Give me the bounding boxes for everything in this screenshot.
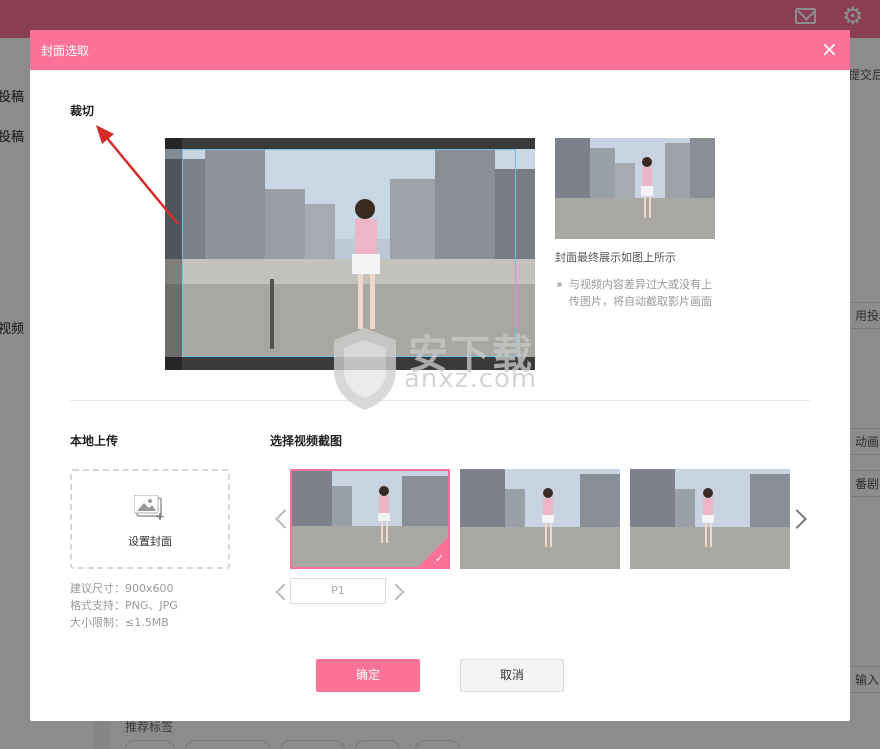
page-number-field[interactable]: P1 [290,578,386,604]
add-image-icon [134,495,164,520]
shield-icon [334,328,396,410]
dialog-title: 封面选取 [41,44,90,58]
screenshot-thumb[interactable] [460,469,620,569]
next-screenshots-arrow[interactable] [787,509,807,529]
screenshot-image [630,469,790,569]
preview-caption: 封面最终展示如图上所示 [555,251,676,264]
upload-cover-button[interactable]: 设置封面 [70,469,230,569]
cancel-button[interactable]: 取消 [460,659,564,692]
local-upload-title: 本地上传 [70,434,119,448]
screenshot-thumb[interactable] [630,469,790,569]
watermark-domain: anxz.com [404,364,538,394]
confirm-button[interactable]: 确定 [316,659,420,692]
watermark: 安下载 anxz.com [330,320,550,415]
next-page-arrow[interactable] [387,583,405,601]
close-icon[interactable]: × [821,38,838,60]
format-hint: 格式支持：PNG、JPG [70,599,178,612]
video-screenshot-title: 选择视频截图 [270,434,343,448]
check-icon: ✓ [434,552,444,565]
screenshot-image [460,469,620,569]
preview-note: 与视频内容差异过大或没有上传图片，将自动截取影片画面 [555,276,715,310]
filesize-hint: 大小限制：≤1.5MB [70,616,169,629]
upload-label: 设置封面 [128,535,172,548]
size-hint: 建议尺寸：900x600 [70,582,174,595]
crop-section-title: 裁切 [70,104,95,118]
cover-preview-image [555,138,715,239]
screenshot-thumb-selected[interactable]: ✓ [290,469,450,569]
dialog-header: 封面选取 × [30,30,850,70]
annotation-arrow [96,125,179,225]
